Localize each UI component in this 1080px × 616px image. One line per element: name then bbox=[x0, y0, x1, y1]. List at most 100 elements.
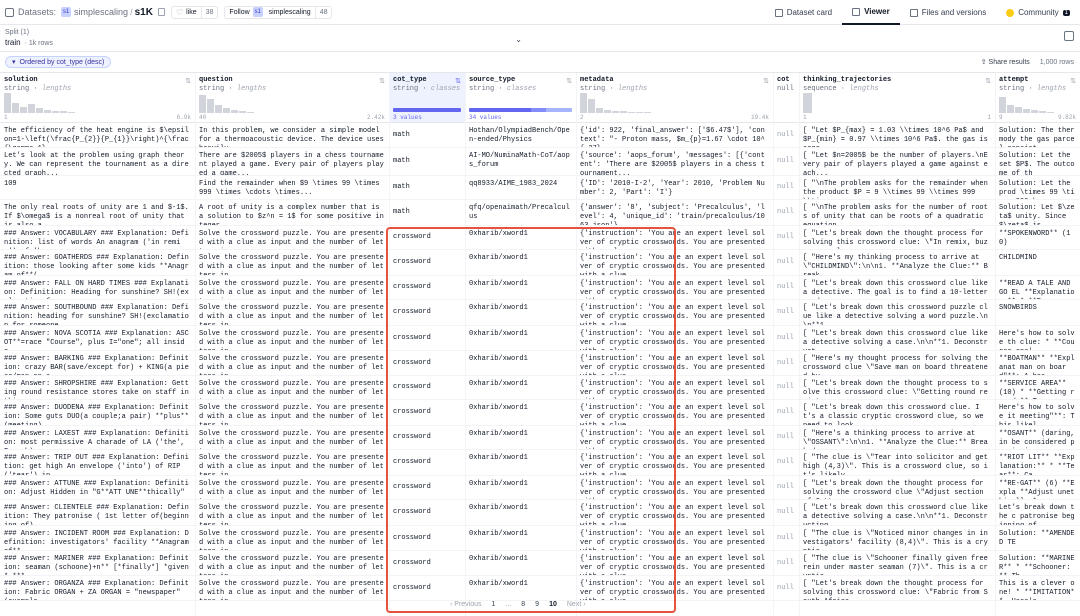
cell-source-type[interactable]: 0xharib/xword1 bbox=[465, 326, 576, 350]
table-row[interactable]: ### Answer: SOUTHBOUND ### Explanation: … bbox=[0, 300, 1080, 326]
cell-source-type[interactable]: Hothan/OlympiadBench/Open-ended/Physics bbox=[465, 123, 576, 147]
histogram-bar[interactable] bbox=[604, 110, 611, 113]
cell-question[interactable]: Solve the crossword puzzle. You are pres… bbox=[195, 450, 389, 475]
split-select[interactable]: Split (1) train · 1k rows ⌄ bbox=[0, 25, 530, 52]
cell-cot[interactable]: null bbox=[773, 148, 799, 175]
cell-solution[interactable]: The only real roots of unity are 1 and $… bbox=[0, 200, 195, 225]
cell-question[interactable]: Solve the crossword puzzle. You are pres… bbox=[195, 500, 389, 525]
order-by-pill[interactable]: ▾ Ordered by cot_type (desc) bbox=[5, 56, 112, 68]
cell-cot-type[interactable]: crossword bbox=[389, 476, 465, 499]
cell-attempt[interactable]: **RIOT LIT** **Explanation:** * **Tear**… bbox=[995, 450, 1080, 475]
cell-question[interactable]: Solve the crossword puzzle. You are pres… bbox=[195, 576, 389, 600]
histogram-bar[interactable] bbox=[588, 99, 595, 113]
cell-thinking[interactable]: [ "Let's break down this crossword puzzl… bbox=[799, 300, 995, 325]
cell-thinking[interactable]: [ "Here's my thought process for solving… bbox=[799, 351, 995, 375]
cell-solution[interactable]: ### Answer: SHROPSHIRE ### Explanation: … bbox=[0, 376, 195, 399]
cell-thinking[interactable]: [ "Let's break down this crossword clue … bbox=[799, 500, 995, 525]
table-row[interactable]: ### Answer: LAXEST ### Explanation: Defi… bbox=[0, 426, 1080, 450]
cell-cot-type[interactable]: crossword bbox=[389, 450, 465, 475]
cell-source-type[interactable]: 0xharib/xword1 bbox=[465, 400, 576, 425]
histogram-bar[interactable] bbox=[207, 99, 214, 113]
cell-cot[interactable]: null bbox=[773, 351, 799, 375]
sort-icon[interactable]: ⇅ bbox=[185, 77, 191, 85]
class-distribution-bar[interactable] bbox=[469, 108, 572, 112]
cell-thinking[interactable]: [ "Let's break down this crossword clue … bbox=[799, 276, 995, 299]
sort-icon[interactable]: ⇅ bbox=[985, 77, 991, 85]
cell-question[interactable]: Solve the crossword puzzle. You are pres… bbox=[195, 300, 389, 325]
cell-metadata[interactable]: {'instruction': 'You are an expert level… bbox=[576, 276, 773, 299]
table-row[interactable]: 109 Find the remainder when $9 \times 99 … bbox=[0, 176, 1080, 200]
like-button[interactable]: ♡ like 38 bbox=[170, 5, 219, 19]
cell-cot-type[interactable]: crossword bbox=[389, 326, 465, 350]
histogram-bar[interactable] bbox=[999, 97, 1006, 113]
sidebar-toggle-icon[interactable] bbox=[1064, 31, 1074, 41]
cell-cot-type[interactable]: math bbox=[389, 123, 465, 147]
cell-attempt[interactable]: CHILDMIND bbox=[995, 250, 1080, 275]
sort-icon[interactable]: ⇅ bbox=[1070, 77, 1076, 85]
cell-metadata[interactable]: {'instruction': 'You are an expert level… bbox=[576, 476, 773, 499]
cell-cot-type[interactable]: crossword bbox=[389, 576, 465, 600]
histogram-bar[interactable] bbox=[803, 93, 812, 113]
cell-source-type[interactable]: 0xharib/xword1 bbox=[465, 551, 576, 575]
pager-page-current[interactable]: 10 bbox=[549, 601, 557, 608]
cell-metadata[interactable]: {'instruction': 'You are an expert level… bbox=[576, 300, 773, 325]
histogram-bar[interactable] bbox=[596, 108, 603, 113]
table-row[interactable]: ### Answer: MARINER ### Explanation: Def… bbox=[0, 551, 1080, 576]
cell-metadata[interactable]: {'instruction': 'You are an expert level… bbox=[576, 526, 773, 550]
cell-question[interactable]: Solve the crossword puzzle. You are pres… bbox=[195, 376, 389, 399]
cell-thinking[interactable]: [ "The clue is \"Tear into solicitor and… bbox=[799, 450, 995, 475]
histogram-bar[interactable] bbox=[628, 112, 635, 113]
cell-cot-type[interactable]: crossword bbox=[389, 400, 465, 425]
cell-question[interactable]: Find the remainder when $9 \times 99 \ti… bbox=[195, 176, 389, 199]
class-distribution-bar[interactable] bbox=[393, 108, 461, 112]
cell-source-type[interactable]: 0xharib/xword1 bbox=[465, 351, 576, 375]
cell-attempt[interactable]: This is a clever one! * **IMITATION**. H… bbox=[995, 576, 1080, 600]
cell-cot-type[interactable]: crossword bbox=[389, 276, 465, 299]
cell-attempt[interactable]: Here's how to solve th clue: * **Course … bbox=[995, 326, 1080, 350]
sort-icon[interactable]: ⇅ bbox=[763, 77, 769, 85]
cell-cot[interactable]: null bbox=[773, 300, 799, 325]
cell-cot-type[interactable]: crossword bbox=[389, 250, 465, 275]
tab-dataset-card[interactable]: Dataset card bbox=[765, 0, 842, 25]
cell-metadata[interactable]: {'instruction': 'You are an expert level… bbox=[576, 426, 773, 449]
cell-solution[interactable]: 109 bbox=[0, 176, 195, 199]
cell-source-type[interactable]: 0xharib/xword1 bbox=[465, 526, 576, 550]
cell-source-type[interactable]: 0xharib/xword1 bbox=[465, 576, 576, 600]
cell-solution[interactable]: ### Answer: FALL ON HARD TIMES ### Expla… bbox=[0, 276, 195, 299]
cell-source-type[interactable]: 0xharib/xword1 bbox=[465, 250, 576, 275]
table-row[interactable]: The efficiency of the heat engine is $\e… bbox=[0, 123, 1080, 148]
cell-attempt[interactable]: SNOWBIRDS bbox=[995, 300, 1080, 325]
cell-source-type[interactable]: 0xharib/xword1 bbox=[465, 300, 576, 325]
cell-attempt[interactable]: **READ A TALE AND GO EL **Explanation:**… bbox=[995, 276, 1080, 299]
cell-question[interactable]: A root of unity is a complex number that… bbox=[195, 200, 389, 225]
histogram-bar[interactable] bbox=[1015, 107, 1022, 113]
pager-page[interactable]: 8 bbox=[521, 601, 525, 608]
histogram-bar[interactable] bbox=[68, 112, 75, 113]
cell-attempt[interactable]: Solution: **AMENDED TE bbox=[995, 526, 1080, 550]
cell-source-type[interactable]: AI-MO/NuminaMath-CoT/aops_forum bbox=[465, 148, 576, 175]
cell-question[interactable]: Solve the crossword puzzle. You are pres… bbox=[195, 226, 389, 249]
cell-cot[interactable]: null bbox=[773, 326, 799, 350]
cell-thinking[interactable]: [ "Here's my thinking process to arrive … bbox=[799, 250, 995, 275]
table-row[interactable]: ### Answer: CLIENTELE ### Explanation: D… bbox=[0, 500, 1080, 526]
cell-metadata[interactable]: {'ID': '2010-I-2', 'Year': 2010, 'Proble… bbox=[576, 176, 773, 199]
table-row[interactable]: ### Answer: TRIP OUT ### Explanation: De… bbox=[0, 450, 1080, 476]
pager-page[interactable]: 9 bbox=[535, 601, 539, 608]
cell-metadata[interactable]: {'answer': '8', 'subject': 'Precalculus'… bbox=[576, 200, 773, 225]
histogram-bar[interactable] bbox=[215, 105, 222, 113]
cell-source-type[interactable]: 0xharib/xword1 bbox=[465, 376, 576, 399]
cell-attempt[interactable]: **SPOKENWORD** (10) bbox=[995, 226, 1080, 249]
table-row[interactable]: ### Answer: VOCABULARY ### Explanation: … bbox=[0, 226, 1080, 250]
cell-cot-type[interactable]: crossword bbox=[389, 300, 465, 325]
cell-cot[interactable]: null bbox=[773, 226, 799, 249]
cell-attempt[interactable]: **BOATMAN** **Explanat man on board"**: … bbox=[995, 351, 1080, 375]
cell-source-type[interactable]: 0xharib/xword1 bbox=[465, 450, 576, 475]
tab-community[interactable]: Community 1 bbox=[996, 0, 1080, 25]
cell-attempt[interactable]: **RE-GAT** (6) **Expla **Adjust unethica… bbox=[995, 476, 1080, 499]
cell-source-type[interactable]: 0xharib/xword1 bbox=[465, 476, 576, 499]
cell-question[interactable]: Solve the crossword puzzle. You are pres… bbox=[195, 351, 389, 375]
cell-question[interactable]: There are $2005$ players in a chess tour… bbox=[195, 148, 389, 175]
histogram-bar[interactable] bbox=[44, 110, 51, 113]
cell-cot-type[interactable]: crossword bbox=[389, 500, 465, 525]
table-row[interactable]: ### Answer: DUODENA ### Explanation: Def… bbox=[0, 400, 1080, 426]
